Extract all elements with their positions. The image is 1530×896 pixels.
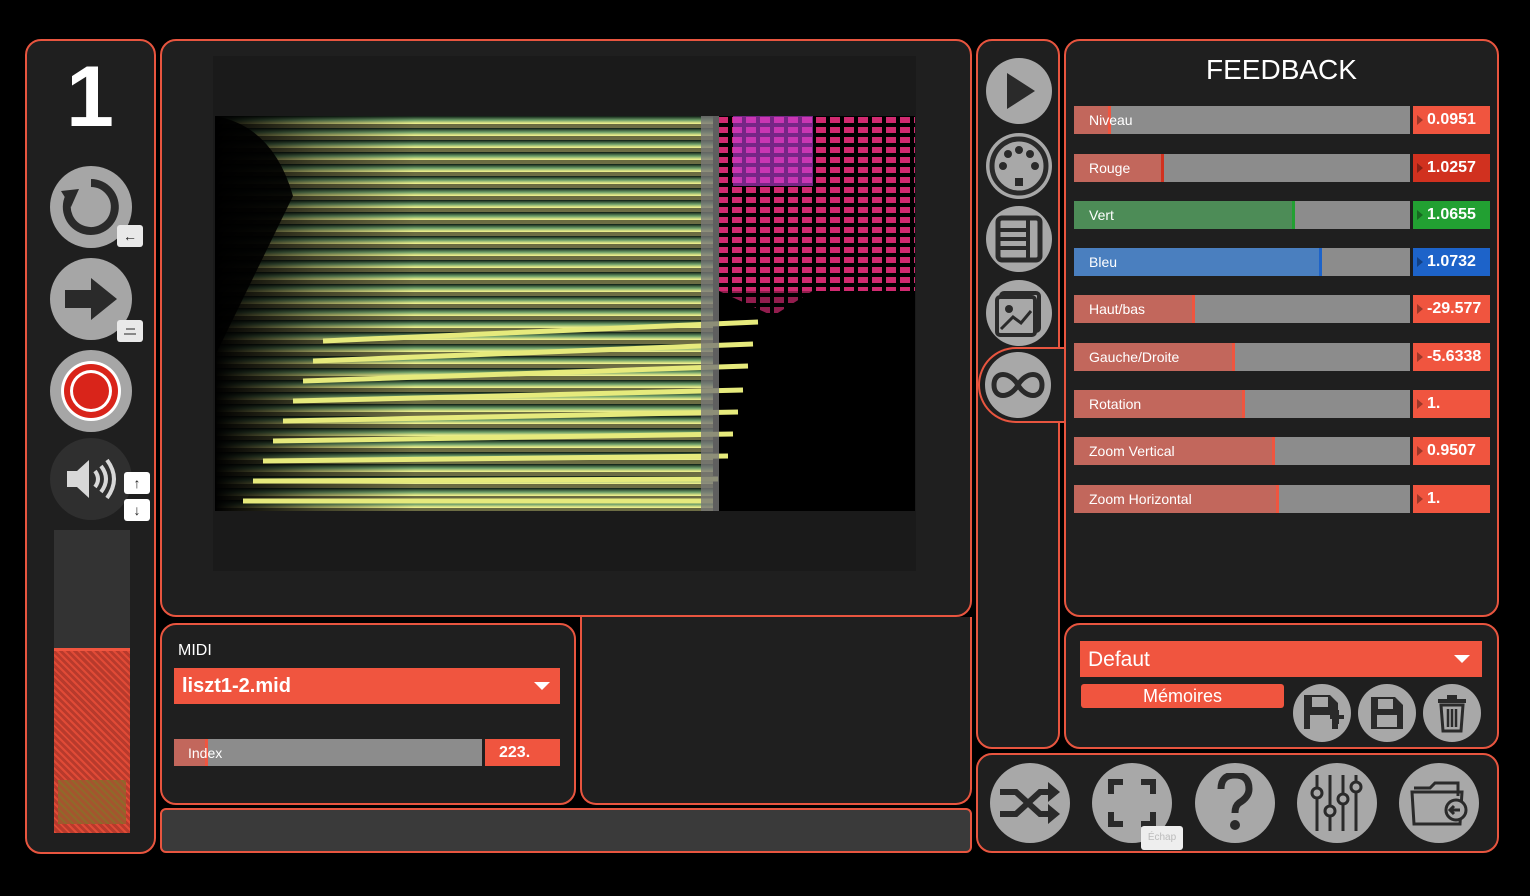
volume-down-button[interactable]: ↓ [124, 499, 150, 521]
slider-label: Haut/bas [1089, 301, 1146, 317]
shuffle-icon [1000, 782, 1060, 824]
feedback-param-rotation[interactable]: Rotation 1. [1074, 390, 1490, 418]
slider-label: Vert [1089, 207, 1114, 223]
record-icon [61, 361, 121, 421]
slider-track[interactable]: Niveau [1074, 106, 1410, 134]
feedback-param-bleu[interactable]: Bleu 1.0732 [1074, 248, 1490, 276]
level-meter [54, 530, 130, 833]
slider-track[interactable]: Rouge [1074, 154, 1410, 182]
slider-label: Zoom Vertical [1089, 443, 1175, 459]
meter-grid [58, 534, 126, 646]
index-value[interactable]: 223. [485, 739, 560, 766]
mixer-button[interactable] [1297, 763, 1377, 843]
feedback-param-zoom-vertical[interactable]: Zoom Vertical 0.9507 [1074, 437, 1490, 465]
folder-icon [1410, 781, 1468, 826]
shuffle-button[interactable] [990, 763, 1070, 843]
slider-value[interactable]: -29.577 [1413, 295, 1490, 323]
slider-track[interactable]: Gauche/Droite [1074, 343, 1410, 371]
tab-feedback[interactable] [985, 352, 1051, 418]
slider-value[interactable]: -5.6338 [1413, 343, 1490, 371]
help-button[interactable] [1195, 763, 1275, 843]
feedback-param-niveau[interactable]: Niveau 0.0951 [1074, 106, 1490, 134]
track-number: 1 [66, 49, 114, 145]
slider-track[interactable]: Haut/bas [1074, 295, 1410, 323]
midi-heading: MIDI [178, 642, 212, 659]
edit-icon [124, 328, 136, 335]
delete-button[interactable] [1423, 684, 1481, 742]
index-slider[interactable]: Index [174, 739, 482, 766]
arrow-right-icon [65, 278, 117, 320]
tab-midi[interactable] [986, 133, 1052, 199]
speaker-icon [67, 458, 116, 500]
fullscreen-icon [1108, 779, 1156, 827]
tab-image[interactable] [986, 280, 1052, 346]
slider-track[interactable]: Zoom Vertical [1074, 437, 1410, 465]
midi-panel [160, 623, 576, 805]
memories-button[interactable]: Mémoires [1081, 684, 1284, 708]
slider-value[interactable]: 0.9507 [1413, 437, 1490, 465]
feedback-param-vert[interactable]: Vert 1.0655 [1074, 201, 1490, 229]
midi-file-value: liszt1-2.mid [182, 675, 291, 697]
play-icon [1007, 73, 1035, 109]
slider-value[interactable]: 1. [1413, 485, 1490, 513]
slider-value[interactable]: 1.0732 [1413, 248, 1490, 276]
midi-file-select[interactable]: liszt1-2.mid [174, 668, 560, 704]
mixer-icon [1310, 775, 1363, 831]
preset-select[interactable]: Defaut [1080, 641, 1482, 677]
infinity-icon [991, 372, 1045, 398]
status-bar [160, 808, 972, 853]
midi-panel-outer [580, 617, 972, 805]
feedback-param-rouge[interactable]: Rouge 1.0257 [1074, 154, 1490, 182]
chevron-down-icon [1454, 655, 1470, 663]
trash-icon [1438, 695, 1466, 733]
feedback-param-haut-bas[interactable]: Haut/bas -29.577 [1074, 295, 1490, 323]
slider-track[interactable]: Zoom Horizontal [1074, 485, 1410, 513]
video-preview [215, 116, 915, 511]
slider-label: Niveau [1089, 112, 1133, 128]
midi-icon [989, 136, 1049, 196]
tab-play[interactable] [986, 58, 1052, 124]
tab-piano[interactable] [986, 206, 1052, 272]
index-label: Index [188, 745, 223, 761]
save-button[interactable] [1358, 684, 1416, 742]
slider-value[interactable]: 0.0951 [1413, 106, 1490, 134]
record-button[interactable] [50, 350, 132, 432]
slider-label: Zoom Horizontal [1089, 491, 1192, 507]
piano-icon [995, 215, 1043, 263]
slider-label: Gauche/Droite [1089, 349, 1180, 365]
help-icon [1217, 773, 1253, 830]
preset-value: Defaut [1088, 648, 1150, 671]
slider-label: Bleu [1089, 254, 1118, 270]
feedback-title: FEEDBACK [1206, 54, 1357, 85]
save-icon [1371, 697, 1403, 729]
slider-track[interactable]: Rotation [1074, 390, 1410, 418]
feedback-param-gauche-droite[interactable]: Gauche/Droite -5.6338 [1074, 343, 1490, 371]
loop-icon [61, 179, 119, 235]
slider-label: Rotation [1089, 396, 1142, 412]
chevron-down-icon [534, 682, 550, 690]
slider-track[interactable]: Vert [1074, 201, 1410, 229]
slider-track[interactable]: Bleu [1074, 248, 1410, 276]
slider-value[interactable]: 1.0655 [1413, 201, 1490, 229]
next-hint-badge[interactable] [117, 320, 143, 342]
image-icon [995, 291, 1041, 337]
meter-peak [58, 780, 126, 824]
slider-value[interactable]: 1.0257 [1413, 154, 1490, 182]
volume-button[interactable] [50, 438, 132, 520]
video-canvas[interactable] [213, 56, 916, 571]
feedback-param-zoom-horizontal[interactable]: Zoom Horizontal 1. [1074, 485, 1490, 513]
volume-up-button[interactable]: ↑ [124, 472, 150, 494]
save-add-icon [1304, 695, 1344, 729]
loop-hint-badge[interactable]: ← [117, 225, 143, 247]
folder-button[interactable] [1399, 763, 1479, 843]
save-as-button[interactable] [1293, 684, 1351, 742]
fullscreen-tooltip: Échap [1141, 826, 1183, 850]
slider-label: Rouge [1089, 160, 1131, 176]
slider-value[interactable]: 1. [1413, 390, 1490, 418]
